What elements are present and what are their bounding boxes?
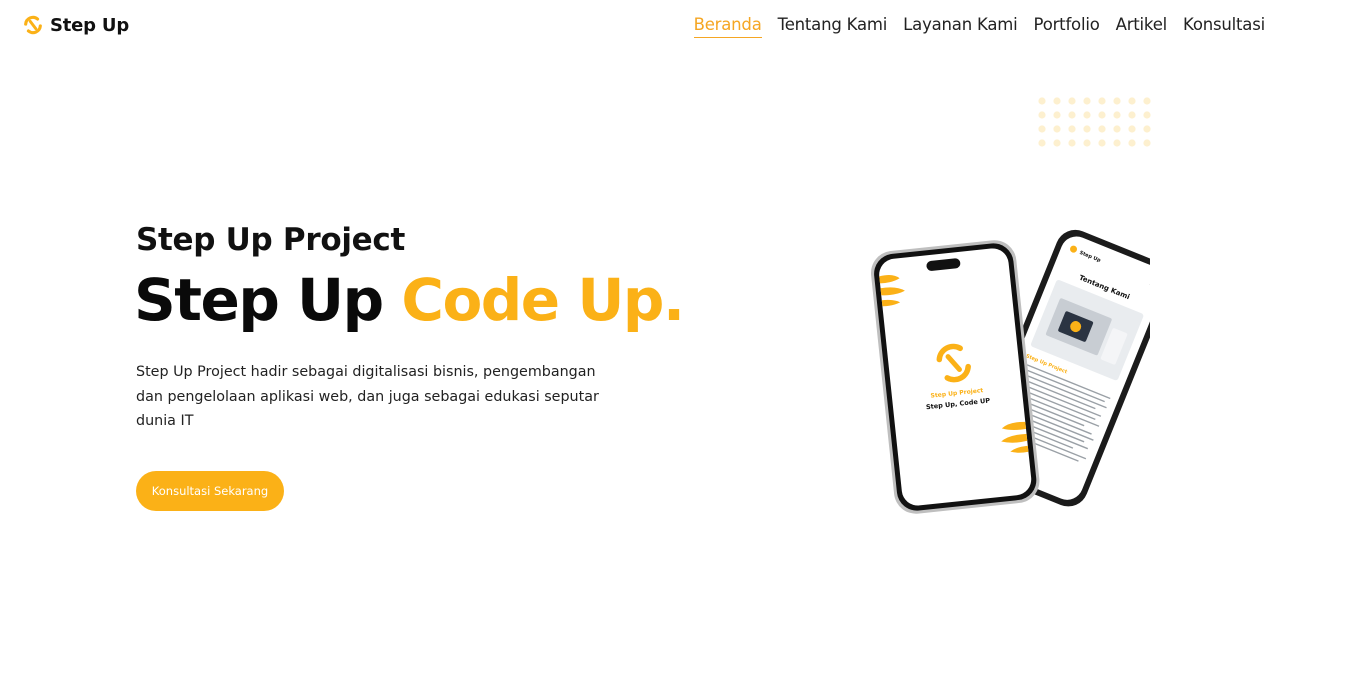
decorative-dots-pattern [1038,97,1151,147]
hero-title-accent: Code Up. [401,266,685,334]
brand-name: Step Up [50,14,130,36]
step-up-logo-icon [24,15,42,35]
phone-mockup-illustration: Step Up Tentang Kami Step Up Project Ste… [870,229,1150,514]
hero-title-main: Step Up [134,266,384,334]
hero-description: Step Up Project hadir sebagai digitalisa… [136,364,599,429]
hero-title: Step Up Code Up. [134,266,685,334]
main-nav: Beranda Tentang Kami Layanan Kami Portfo… [693,15,1265,38]
konsultasi-sekarang-button[interactable]: Konsultasi Sekarang [136,471,284,511]
nav-item-tentang-kami[interactable]: Tentang Kami [778,15,888,38]
nav-item-beranda[interactable]: Beranda [693,15,762,38]
front-phone: Step Up Project Step Up, Code UP [870,240,1040,514]
nav-item-artikel[interactable]: Artikel [1116,15,1168,38]
nav-item-konsultasi[interactable]: Konsultasi [1183,15,1265,38]
nav-item-layanan-kami[interactable]: Layanan Kami [903,15,1018,38]
hero-subtitle: Step Up Project [136,222,405,258]
nav-item-portfolio[interactable]: Portfolio [1034,15,1100,38]
site-header: Step Up Beranda Tentang Kami Layanan Kam… [0,0,1349,52]
brand-logo-link[interactable]: Step Up [22,14,129,36]
